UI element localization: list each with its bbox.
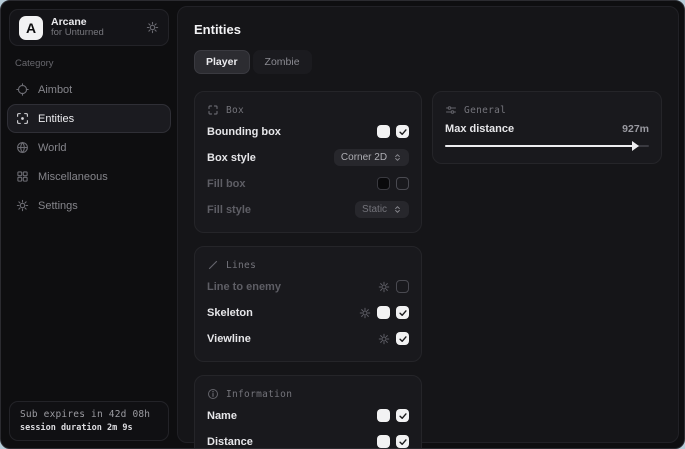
gear-icon[interactable] bbox=[378, 333, 390, 345]
card-title: Information bbox=[226, 389, 292, 400]
app-window: A Arcane for Unturned Category Aimbot En… bbox=[0, 0, 685, 449]
dropdown-value: Corner 2D bbox=[341, 152, 387, 163]
entity-tabs: Player Zombie bbox=[194, 50, 662, 74]
color-swatch[interactable] bbox=[377, 177, 390, 190]
row-label: Viewline bbox=[207, 333, 251, 345]
distance-row: Distance bbox=[207, 431, 409, 449]
max-distance-label: Max distance bbox=[445, 123, 514, 135]
row-label: Line to enemy bbox=[207, 281, 281, 293]
gear-icon[interactable] bbox=[378, 281, 390, 293]
main-panel: Entities Player Zombie Box Bounding box bbox=[177, 6, 679, 443]
crosshair-icon bbox=[16, 83, 29, 96]
logo-card: A Arcane for Unturned bbox=[9, 9, 169, 46]
grid-icon bbox=[16, 170, 29, 183]
line-to-enemy-row: Line to enemy bbox=[207, 276, 409, 297]
max-distance-value: 927m bbox=[622, 123, 649, 135]
row-label: Distance bbox=[207, 436, 253, 448]
card-title: General bbox=[464, 105, 506, 116]
bounding-box-checkbox[interactable] bbox=[396, 125, 409, 138]
row-label: Fill box bbox=[207, 178, 246, 190]
color-swatch[interactable] bbox=[377, 435, 390, 448]
sidebar-item-world[interactable]: World bbox=[7, 133, 171, 162]
fill-style-dropdown[interactable]: Static bbox=[355, 201, 409, 218]
unfold-icon bbox=[393, 205, 402, 214]
viewline-checkbox[interactable] bbox=[396, 332, 409, 345]
name-checkbox[interactable] bbox=[396, 409, 409, 422]
sidebar-item-entities[interactable]: Entities bbox=[7, 104, 171, 133]
app-subtitle: for Unturned bbox=[51, 28, 138, 39]
row-label: Skeleton bbox=[207, 307, 253, 319]
color-swatch[interactable] bbox=[377, 306, 390, 319]
unfold-icon bbox=[393, 153, 402, 162]
box-corners-icon bbox=[207, 104, 219, 116]
diagonal-line-icon bbox=[207, 259, 219, 271]
gear-icon[interactable] bbox=[359, 307, 371, 319]
box-style-dropdown[interactable]: Corner 2D bbox=[334, 149, 409, 166]
tab-zombie[interactable]: Zombie bbox=[253, 50, 312, 74]
slider-fill bbox=[445, 145, 634, 147]
sidebar-item-settings[interactable]: Settings bbox=[7, 191, 171, 220]
viewline-row: Viewline bbox=[207, 328, 409, 349]
sidebar-item-aimbot[interactable]: Aimbot bbox=[7, 75, 171, 104]
sidebar: A Arcane for Unturned Category Aimbot En… bbox=[1, 1, 177, 448]
row-label: Bounding box bbox=[207, 126, 281, 138]
row-label: Fill style bbox=[207, 204, 251, 216]
category-label: Category bbox=[15, 58, 177, 69]
color-swatch[interactable] bbox=[377, 409, 390, 422]
sidebar-item-miscellaneous[interactable]: Miscellaneous bbox=[7, 162, 171, 191]
fill-box-checkbox[interactable] bbox=[396, 177, 409, 190]
session-duration-text: session duration 2m 9s bbox=[20, 423, 158, 433]
info-icon bbox=[207, 388, 219, 400]
name-row: Name bbox=[207, 405, 409, 426]
gear-icon bbox=[16, 199, 29, 212]
row-label: Box style bbox=[207, 152, 256, 164]
slider-thumb[interactable] bbox=[632, 141, 639, 151]
subscription-status: Sub expires in 42d 08h session duration … bbox=[9, 401, 169, 441]
bounding-box-row: Bounding box bbox=[207, 121, 409, 142]
information-card: Information Name Distance bbox=[194, 375, 422, 449]
box-style-row: Box style Corner 2D bbox=[207, 147, 409, 168]
app-logo: A bbox=[19, 16, 43, 40]
fill-style-row: Fill style Static bbox=[207, 199, 409, 220]
lines-card: Lines Line to enemy Skeleton bbox=[194, 246, 422, 362]
row-label: Name bbox=[207, 410, 237, 422]
skeleton-checkbox[interactable] bbox=[396, 306, 409, 319]
card-title: Box bbox=[226, 105, 244, 116]
sidebar-item-label: Entities bbox=[38, 113, 74, 125]
sliders-icon bbox=[445, 104, 457, 116]
sub-expiry-text: Sub expires in 42d 08h bbox=[20, 409, 158, 420]
globe-icon bbox=[16, 141, 29, 154]
sidebar-item-label: Settings bbox=[38, 200, 78, 212]
color-swatch[interactable] bbox=[377, 125, 390, 138]
sidebar-item-label: World bbox=[38, 142, 67, 154]
line-to-enemy-checkbox[interactable] bbox=[396, 280, 409, 293]
dropdown-value: Static bbox=[362, 204, 387, 215]
skeleton-row: Skeleton bbox=[207, 302, 409, 323]
page-title: Entities bbox=[194, 22, 662, 37]
card-title: Lines bbox=[226, 260, 256, 271]
sidebar-nav: Aimbot Entities World Miscellaneous bbox=[1, 75, 177, 220]
max-distance-slider[interactable] bbox=[445, 145, 649, 147]
sidebar-item-label: Aimbot bbox=[38, 84, 72, 96]
fill-box-row: Fill box bbox=[207, 173, 409, 194]
gear-icon[interactable] bbox=[146, 21, 159, 34]
general-card: General Max distance 927m bbox=[432, 91, 662, 164]
scan-icon bbox=[16, 112, 29, 125]
box-card: Box Bounding box Box style bbox=[194, 91, 422, 233]
distance-checkbox[interactable] bbox=[396, 435, 409, 448]
sidebar-item-label: Miscellaneous bbox=[38, 171, 108, 183]
tab-player[interactable]: Player bbox=[194, 50, 250, 74]
